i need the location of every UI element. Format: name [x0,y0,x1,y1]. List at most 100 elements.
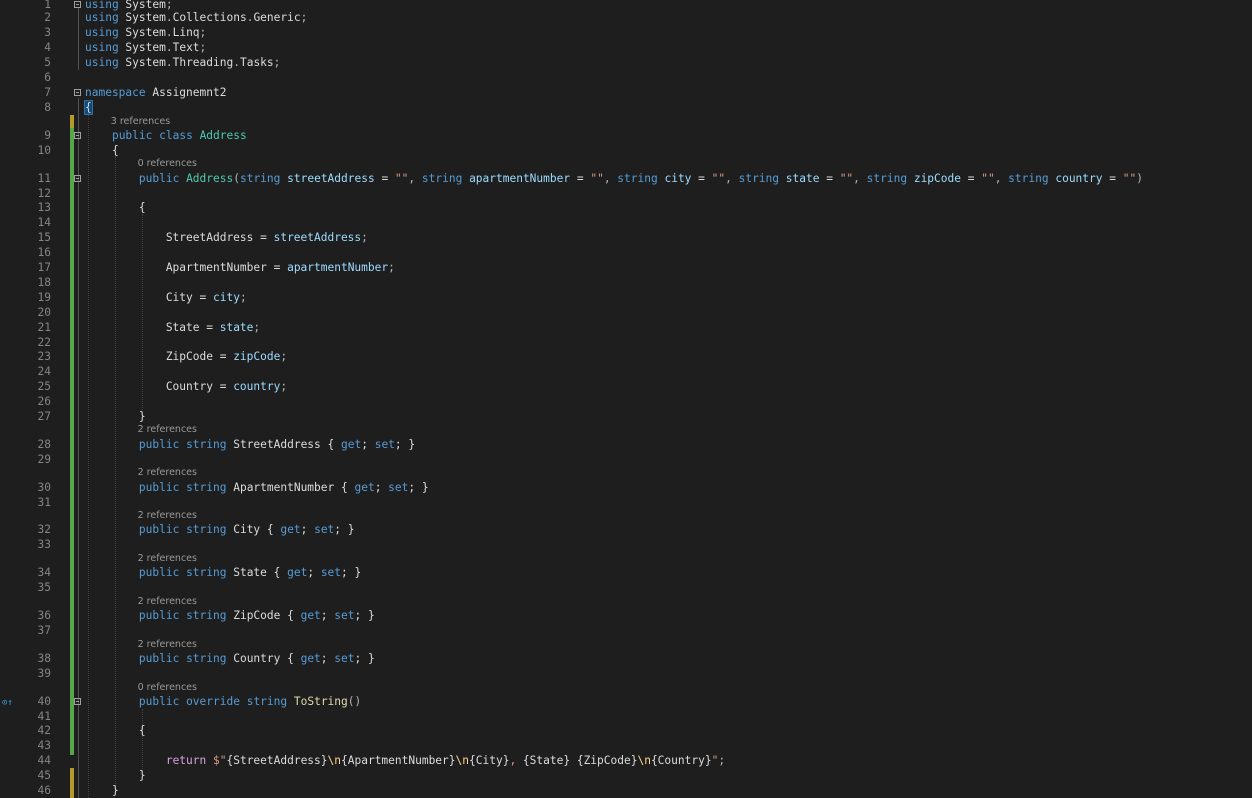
codelens-references[interactable]: 2 references [138,553,197,564]
code-line[interactable]: 37 [0,623,1252,638]
codelens-references[interactable]: 2 references [138,596,197,607]
code-token: { [84,100,93,115]
collapse-toggle-icon[interactable] [74,1,81,8]
code-line[interactable]: 10 { [0,143,1252,158]
code-token: get [280,523,301,536]
code-line[interactable]: 42 { [0,723,1252,738]
code-line[interactable]: 22 [0,335,1252,350]
codelens-references[interactable]: 2 references [138,467,197,478]
code-text: public string StreetAddress { get; set; … [85,437,415,452]
code-token: { [85,201,146,214]
code-text: StreetAddress = streetAddress; [85,230,368,245]
code-line[interactable]: 46 } [0,783,1252,798]
code-line[interactable]: 9 public class Address [0,128,1252,143]
code-line[interactable]: 15 StreetAddress = streetAddress; [0,230,1252,245]
line-number: 19 [37,291,51,304]
code-token: apartmentNumber [287,261,389,274]
code-line[interactable]: 7 namespace Assignemnt2 [0,85,1252,100]
code-line[interactable]: 25 Country = country; [0,379,1252,394]
code-token: ; } [408,481,429,494]
code-line[interactable]: 43 [0,738,1252,753]
code-token: Generic [253,11,301,24]
code-line[interactable]: 45 } [0,768,1252,783]
code-line[interactable]: 44 return $"{StreetAddress}\n{ApartmentN… [0,753,1252,768]
code-line[interactable]: 26 [0,394,1252,409]
code-line[interactable]: 3 using System.Linq; [0,25,1252,40]
code-line[interactable]: 38 public string Country { get; set; } [0,651,1252,666]
code-line[interactable]: 5 using System.Threading.Tasks; [0,55,1252,70]
collapse-toggle-icon[interactable] [74,89,81,96]
code-line[interactable]: 28 public string StreetAddress { get; se… [0,437,1252,452]
code-line[interactable]: 41 [0,709,1252,724]
code-editor[interactable]: 1 using System; 2 using System.Collections.… [0,0,1252,798]
codelens-references[interactable]: 0 references [138,682,197,693]
code-text: public Address(string streetAddress = ""… [85,171,1143,186]
code-line[interactable]: 39 [0,666,1252,681]
code-line[interactable]: 35 [0,580,1252,595]
code-line[interactable]: 13 { [0,200,1252,215]
code-token: streetAddress [273,231,362,244]
codelens-references[interactable]: 0 references [138,158,197,169]
code-text: } [85,768,146,783]
code-token: public [111,129,153,142]
code-line[interactable]: 21 State = state; [0,320,1252,335]
code-text: public override string ToString() [85,694,361,709]
code-token: set [388,481,409,494]
code-line[interactable]: 23 ZipCode = zipCode; [0,349,1252,364]
override-arrow-icon[interactable]: ⊙↑ [2,698,18,708]
code-line[interactable]: 29 [0,452,1252,467]
code-text: public string ZipCode { get; set; } [85,608,375,623]
code-line[interactable]: 16 [0,245,1252,260]
code-line[interactable]: 17 ApartmentNumber = apartmentNumber; [0,260,1252,275]
code-token: Assignemnt2 [145,86,227,99]
line-number: 30 [37,481,51,494]
code-line[interactable]: 2 using System.Collections.Generic; [0,10,1252,25]
code-token: = [1102,172,1123,185]
code-token: ToString [293,695,348,708]
code-token: set [334,609,355,622]
code-token: country [1055,172,1103,185]
line-number: 39 [37,667,51,680]
code-text: City = city; [85,290,247,305]
code-token: ; [361,231,368,244]
code-line[interactable]: 8{ [0,100,1252,115]
collapse-toggle-icon[interactable] [74,132,81,139]
code-token: Country = [85,380,234,393]
code-line[interactable]: 33 [0,537,1252,552]
collapse-toggle-icon[interactable] [74,698,81,705]
code-line[interactable]: 40 public override string ToString() [0,694,1252,709]
code-line[interactable]: 34 public string State { get; set; } [0,565,1252,580]
code-token: {State} [522,754,571,767]
code-line[interactable]: 19 City = city; [0,290,1252,305]
code-line[interactable]: 36 public string ZipCode { get; set; } [0,608,1252,623]
line-number: 14 [37,216,51,229]
code-token: public [138,523,180,536]
collapse-toggle-icon[interactable] [74,175,81,182]
code-token: , [853,172,867,185]
code-line[interactable]: 12 [0,186,1252,201]
codelens-references[interactable]: 2 references [138,424,197,435]
code-token: state [785,172,820,185]
code-line[interactable]: 31 [0,495,1252,510]
code-line[interactable]: 24 [0,364,1252,379]
code-token: "" [711,172,726,185]
code-line[interactable]: 20 [0,305,1252,320]
code-line[interactable]: 14 [0,215,1252,230]
codelens-references[interactable]: 3 references [111,116,170,127]
code-line[interactable]: 27 } [0,409,1252,424]
code-line[interactable]: 18 [0,275,1252,290]
code-line[interactable]: 6 [0,70,1252,85]
code-token: ; [253,321,261,334]
code-token: "" [394,172,409,185]
code-token: ApartmentNumber { [226,481,355,494]
code-line[interactable]: 32 public string City { get; set; } [0,522,1252,537]
code-line[interactable]: 30 public string ApartmentNumber { get; … [0,480,1252,495]
code-text: { [85,143,119,158]
codelens-references[interactable]: 2 references [138,510,197,521]
code-line[interactable]: 11 public Address(string streetAddress =… [0,171,1252,186]
codelens-references[interactable]: 2 references [138,639,197,650]
code-line[interactable]: 4 using System.Text; [0,40,1252,55]
